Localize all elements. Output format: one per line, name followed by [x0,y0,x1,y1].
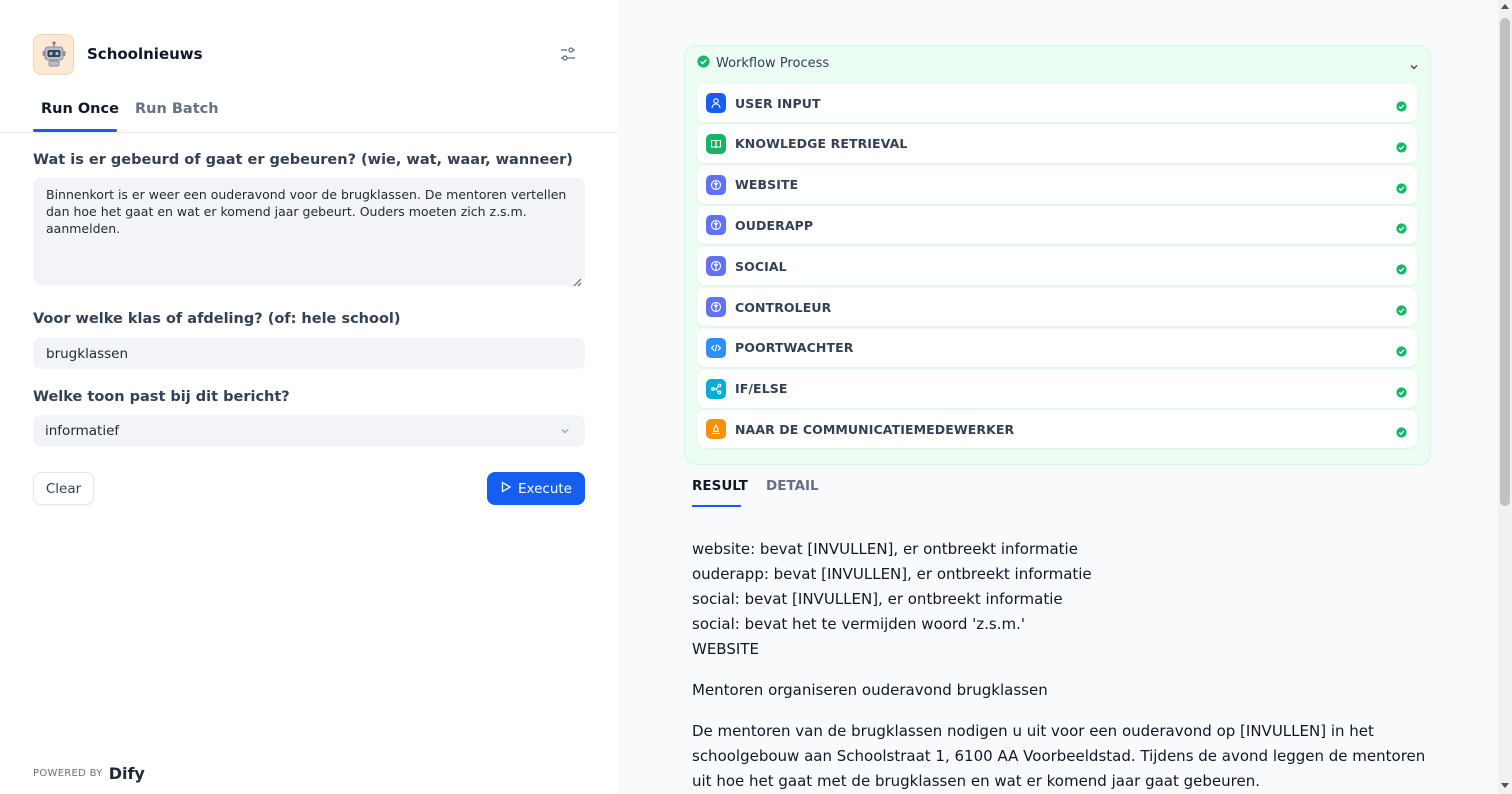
success-check-icon [1396,301,1407,320]
answer-icon [706,419,726,440]
execute-button[interactable]: Execute [487,472,585,505]
result-paragraph: De mentoren van de brugklassen nodigen u… [692,722,1426,790]
workflow-step[interactable]: WEBSITE [697,165,1417,204]
execute-label: Execute [518,480,572,497]
chevron-down-icon [559,425,571,441]
workflow-step-label: CONTROLEUR [735,299,832,315]
result-panel: Workflow Process USER INPUT KNOWLEDGE RET… [618,0,1498,794]
workflow-step-label: KNOWLEDGE RETRIEVAL [735,136,908,152]
llm-icon [706,174,726,195]
result-check-lines: website: bevat [INVULLEN], er ontbreekt … [692,537,1427,662]
result-line: WEBSITE [692,640,759,658]
code-icon [706,337,726,358]
workflow-step-label: OUDERAPP [735,217,814,233]
workflow-step-label: NAAR DE COMMUNICATIEMEDEWERKER [735,421,1015,437]
tab-run-batch[interactable]: Run Batch [135,101,219,117]
success-check-icon [1396,383,1407,402]
result-line: social: bevat [INVULLEN], er ontbreekt i… [692,590,1063,608]
class-input-value: brugklassen [46,345,129,362]
run-mode-tabs: Run Once Run Batch [0,96,618,133]
scroll-down-arrow-icon[interactable] [1501,783,1509,788]
app-title: Schoolnieuws [87,45,203,63]
success-check-icon [1396,138,1407,157]
question-1-label: Wat is er gebeurd of gaat er gebeuren? (… [33,152,573,168]
workflow-step[interactable]: CONTROLEUR [697,288,1417,326]
workflow-step[interactable]: USER INPUT [697,84,1417,122]
workflow-step[interactable]: KNOWLEDGE RETRIEVAL [697,124,1417,163]
workflow-step-label: POORTWACHTER [735,340,854,356]
tab-result[interactable]: RESULT [692,478,748,494]
workflow-step[interactable]: OUDERAPP [697,206,1417,245]
settings-icon[interactable] [559,45,577,63]
tab-detail[interactable]: DETAIL [766,478,819,494]
llm-icon [706,215,726,236]
page-scrollbar[interactable] [1498,0,1512,794]
play-icon [500,480,512,497]
tab-run-once[interactable]: Run Once [41,101,119,117]
workflow-title: Workflow Process [716,56,830,71]
user-input-icon [706,93,726,113]
success-check-icon [697,55,710,72]
workflow-step[interactable]: SOCIAL [697,247,1417,286]
chevron-down-icon[interactable] [1408,58,1420,77]
workflow-process: Workflow Process USER INPUT KNOWLEDGE RET… [684,45,1431,465]
result-line: website: bevat [INVULLEN], er ontbreekt … [692,540,1078,558]
workflow-step[interactable]: NAAR DE COMMUNICATIEMEDEWERKER [697,410,1417,449]
question-3-label: Welke toon past bij dit bericht? [33,389,290,405]
result-heading: Mentoren organiseren ouderavond brugklas… [692,681,1048,699]
tone-select-value: informatief [45,423,120,439]
success-check-icon [1396,219,1407,238]
workflow-step-label: WEBSITE [735,177,799,193]
powered-by-text: POWERED BY [33,768,103,779]
workflow-step-label: SOCIAL [735,258,787,274]
event-description-textarea[interactable]: Binnenkort is er weer een ouderavond voo… [33,178,585,285]
workflow-header[interactable]: Workflow Process [697,55,829,72]
app-header: Schoolnieuws [33,33,585,75]
result-output: website: bevat [INVULLEN], er ontbreekt … [692,537,1427,794]
scroll-thumb[interactable] [1500,18,1510,506]
clear-button[interactable]: Clear [33,472,94,505]
book-icon [706,133,726,154]
dify-logo: Dify [108,764,145,783]
llm-icon [706,297,726,317]
active-result-tab-indicator [692,505,741,507]
success-check-icon [1396,423,1407,442]
success-check-icon [1396,97,1407,116]
result-line: ouderapp: bevat [INVULLEN], er ontbreekt… [692,565,1092,583]
success-check-icon [1396,342,1407,361]
tone-select[interactable]: informatief [33,415,585,447]
branch-icon [706,378,726,399]
workflow-step-label: IF/ELSE [735,381,788,397]
resize-grip-icon[interactable] [573,272,582,287]
active-tab-indicator [33,129,117,132]
class-input[interactable]: brugklassen [33,338,585,369]
question-2-label: Voor welke klas of afdeling? (of: hele s… [33,311,401,327]
robot-icon [33,33,74,75]
success-check-icon [1396,179,1407,198]
scroll-up-arrow-icon[interactable] [1501,4,1509,9]
result-tabs-divider [676,520,1438,521]
workflow-step[interactable]: IF/ELSE [697,369,1417,408]
result-line: social: bevat het te vermijden woord 'z.… [692,615,1025,633]
run-panel: Schoolnieuws Run Once Run Batch Wat is e… [0,0,618,794]
powered-by: POWERED BY Dify [33,764,145,783]
workflow-step-label: USER INPUT [735,95,821,111]
workflow-step[interactable]: POORTWACHTER [697,328,1417,367]
success-check-icon [1396,260,1407,279]
llm-icon [706,256,726,277]
